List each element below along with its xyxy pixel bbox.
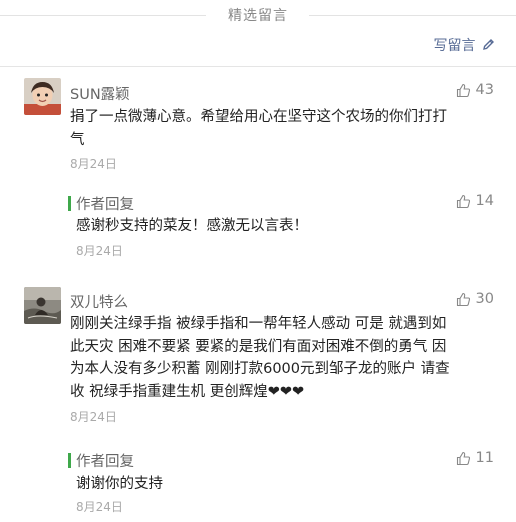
pencil-icon bbox=[483, 39, 494, 50]
avatar[interactable] bbox=[24, 287, 61, 324]
thumbs-up-icon bbox=[456, 451, 470, 465]
comment-text: 刚刚关注绿手指 被绿手指和一帮年轻人感动 可是 就遇到如 此天灾 困难不要紧 要… bbox=[70, 313, 450, 403]
avatar[interactable] bbox=[24, 78, 61, 115]
reply-accent-bar bbox=[68, 196, 71, 211]
like-button[interactable]: 43 bbox=[456, 82, 494, 98]
commenter-name[interactable]: 双儿特么 bbox=[70, 291, 128, 312]
thumbs-up-icon bbox=[456, 292, 470, 306]
comment-text: 捐了一点微薄心意。希望给用心在坚守这个农场的你们打打 气 bbox=[70, 106, 447, 151]
comment-date: 8月24日 bbox=[70, 157, 117, 171]
reply-text: 感谢秒支持的菜友！感激无以言表！ bbox=[76, 218, 308, 234]
like-count: 43 bbox=[475, 82, 494, 98]
thumbs-up-icon bbox=[456, 83, 470, 97]
write-comment-label: 写留言 bbox=[433, 38, 476, 54]
reply-like-button[interactable]: 14 bbox=[456, 193, 494, 209]
like-count: 30 bbox=[475, 291, 494, 307]
comment-text-line: 刚刚关注绿手指 被绿手指和一帮年轻人感动 可是 就遇到如 bbox=[70, 316, 447, 332]
write-comment-button[interactable]: 写留言 bbox=[434, 35, 495, 55]
comment-text-line: 为本人没有多少积蓄 刚刚打款6000元到邹子龙的账户 请查 bbox=[70, 361, 450, 377]
comment-text-line: 气 bbox=[70, 131, 85, 148]
like-button[interactable]: 30 bbox=[456, 291, 494, 307]
reply-label: 作者回复 bbox=[76, 454, 134, 470]
reply-text: 谢谢你的支持 bbox=[76, 476, 163, 492]
reply-date: 8月24日 bbox=[76, 244, 123, 258]
reply-accent-bar bbox=[68, 453, 71, 468]
commenter-name[interactable]: SUN露颖 bbox=[70, 83, 130, 104]
like-count: 14 bbox=[475, 193, 494, 209]
reply-label: 作者回复 bbox=[76, 197, 134, 213]
header-bottom-divider bbox=[0, 66, 516, 67]
header-divider-right bbox=[309, 15, 516, 16]
reply-like-button[interactable]: 11 bbox=[456, 450, 494, 466]
comment-date: 8月24日 bbox=[70, 410, 117, 424]
thumbs-up-icon bbox=[456, 194, 470, 208]
reply-date: 8月24日 bbox=[76, 500, 123, 514]
featured-comments-header: 精选留言 bbox=[0, 0, 516, 34]
comment-text-line: 此天灾 困难不要紧 要紧的是我们有面对困难不倒的勇气 因 bbox=[70, 338, 447, 355]
like-count: 11 bbox=[475, 450, 494, 466]
comment-text-line: 捐了一点微薄心意。希望给用心在坚守这个农场的你们打打 bbox=[70, 109, 447, 125]
comment-text-line: 收 祝绿手指重建生机 更创辉煌❤❤❤ bbox=[70, 383, 305, 400]
